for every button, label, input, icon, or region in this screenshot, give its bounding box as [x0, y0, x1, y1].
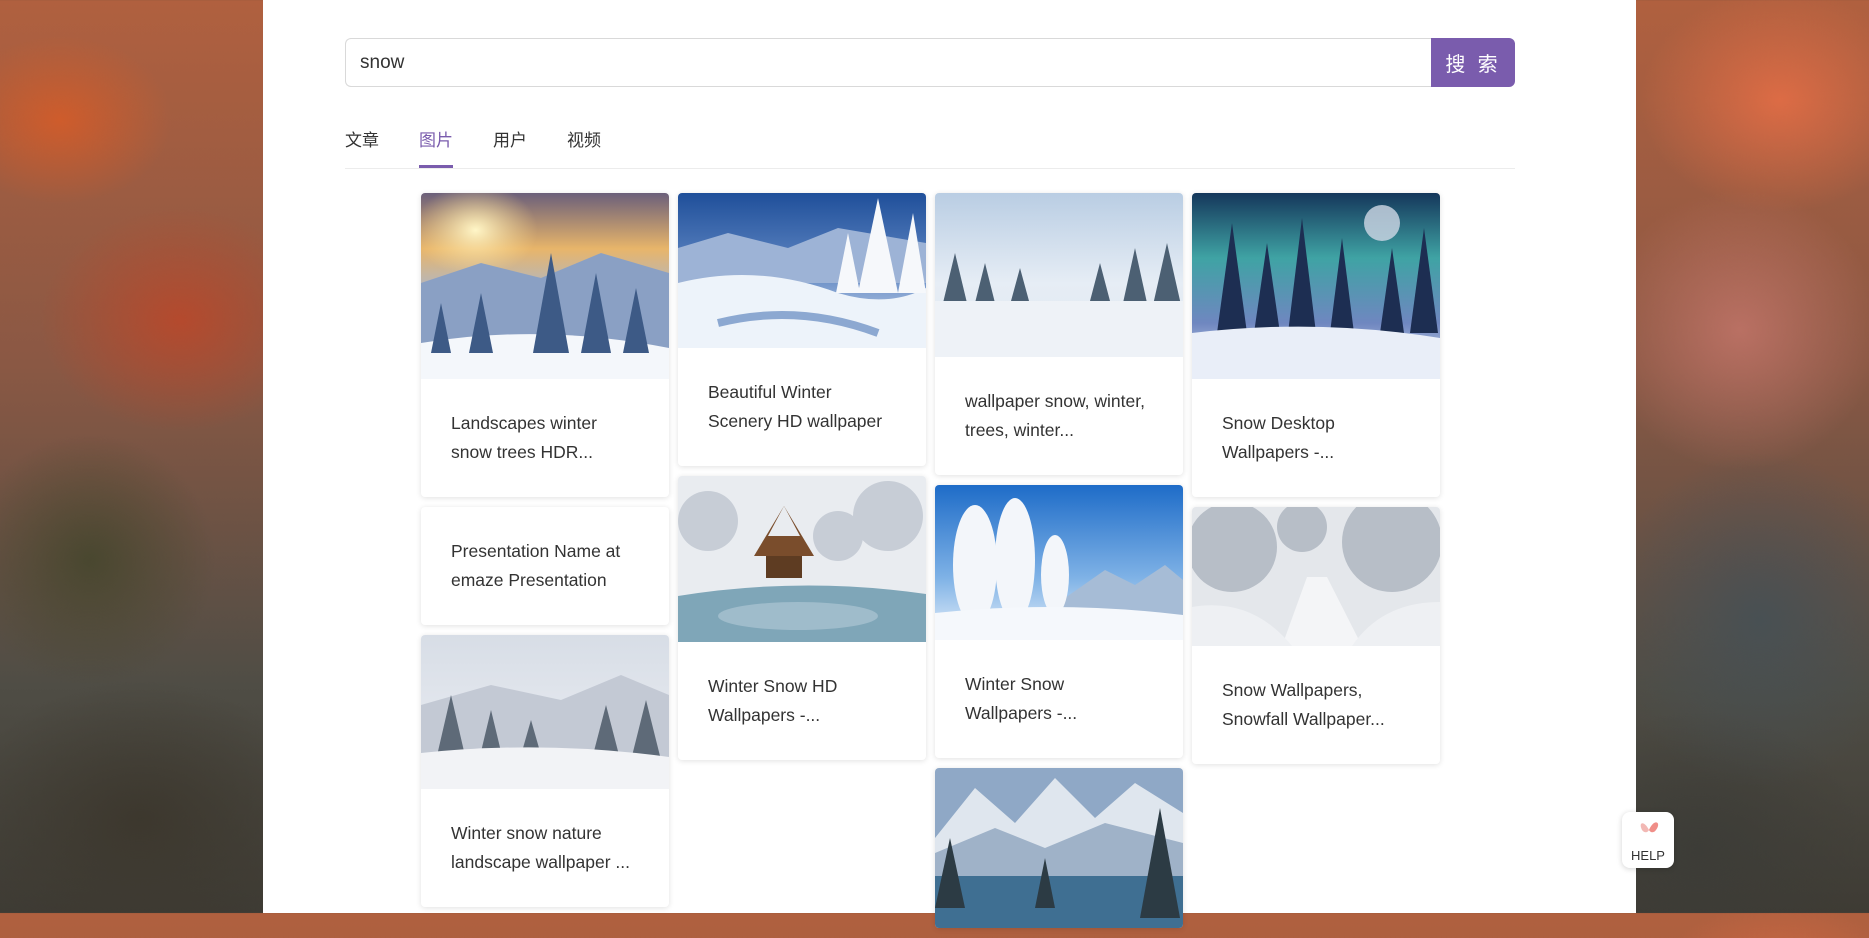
tab-users[interactable]: 用户 — [493, 118, 527, 168]
help-label: HELP — [1631, 848, 1665, 863]
card-image — [421, 193, 669, 379]
card-title: Snow Desktop Wallpapers -... — [1222, 413, 1335, 462]
card-image — [421, 635, 669, 789]
card-image — [935, 768, 1183, 928]
image-column-3: wallpaper snow, winter, trees, winter...… — [935, 193, 1183, 938]
image-card[interactable]: Winter Snow HD Wallpapers -... — [678, 476, 926, 760]
tab-articles[interactable]: 文章 — [345, 118, 379, 168]
tab-videos[interactable]: 视频 — [567, 118, 601, 168]
card-image — [935, 193, 1183, 357]
card-image — [1192, 193, 1440, 379]
card-title: wallpaper snow, winter, trees, winter... — [965, 391, 1145, 440]
card-image — [935, 485, 1183, 640]
card-title: Winter Snow Wallpapers -... — [965, 674, 1078, 723]
image-column-1: Landscapes winter snow trees HDR... Pres… — [421, 193, 669, 917]
image-card[interactable]: wallpaper snow, winter, trees, winter... — [935, 193, 1183, 475]
card-title: Landscapes winter snow trees HDR... — [451, 413, 597, 462]
image-card[interactable]: Winter Snow Wallpapers -... — [935, 485, 1183, 758]
card-image — [678, 193, 926, 348]
result-tabs: 文章 图片 用户 视频 — [345, 118, 1515, 169]
image-column-4: Snow Desktop Wallpapers -... Snow Wallpa… — [1192, 193, 1440, 774]
butterfly-icon — [1640, 822, 1659, 833]
card-title: Snow Wallpapers, Snowfall Wallpaper... — [1222, 680, 1385, 729]
image-card[interactable]: Landscapes winter snow trees HDR... — [421, 193, 669, 497]
card-image — [1192, 507, 1440, 646]
help-button[interactable]: HELP — [1622, 812, 1674, 868]
card-title: Winter snow nature landscape wallpaper .… — [451, 823, 630, 872]
search-button[interactable]: 搜 索 — [1431, 38, 1515, 87]
search-input[interactable] — [345, 38, 1431, 87]
card-image — [678, 476, 926, 642]
main-panel: 搜 索 文章 图片 用户 视频 — [263, 0, 1636, 928]
image-card[interactable]: Beautiful Winter Scenery HD wallpaper — [678, 193, 926, 466]
image-card[interactable]: Winter snow nature landscape wallpaper .… — [421, 635, 669, 907]
search-bar: 搜 索 — [345, 38, 1515, 87]
image-column-2: Beautiful Winter Scenery HD wallpaper Wi… — [678, 193, 926, 770]
image-card[interactable]: Snow Wallpapers, Snowfall Wallpaper... — [1192, 507, 1440, 764]
tab-images[interactable]: 图片 — [419, 118, 453, 168]
card-title: Winter Snow HD Wallpapers -... — [708, 676, 838, 725]
image-card[interactable]: Presentation Name at emaze Presentation — [421, 507, 669, 625]
card-title: Beautiful Winter Scenery HD wallpaper — [708, 382, 883, 431]
image-card[interactable] — [935, 768, 1183, 928]
card-title: Presentation Name at emaze Presentation — [451, 541, 621, 590]
image-card[interactable]: Snow Desktop Wallpapers -... — [1192, 193, 1440, 497]
